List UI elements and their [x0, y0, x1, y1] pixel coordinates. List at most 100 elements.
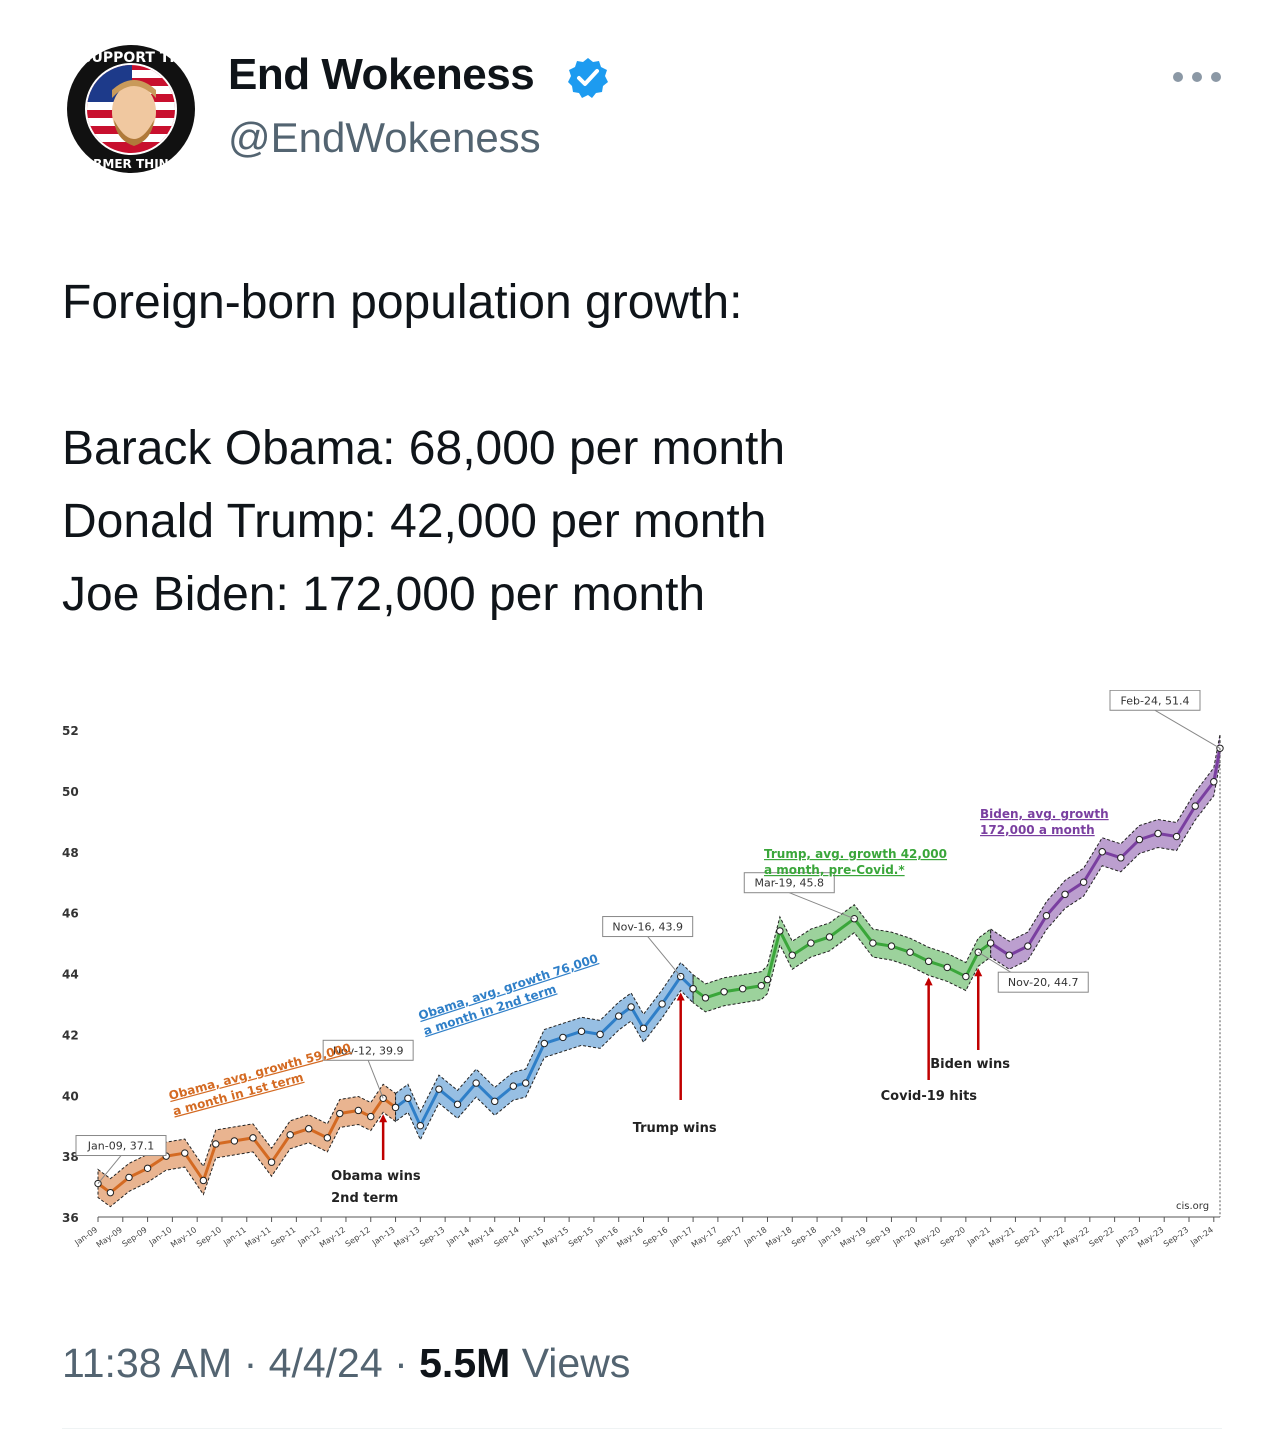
annotation-line: 172,000 a month [980, 823, 1095, 837]
data-point [416, 1121, 425, 1130]
views-count: 5.5M [419, 1340, 511, 1386]
data-point [472, 1079, 480, 1087]
data-point [354, 1106, 363, 1115]
data-point [763, 975, 772, 984]
event-label: Biden wins [930, 1057, 1010, 1072]
y-tick-label: 44 [62, 968, 79, 982]
annotation-line: Trump, avg. growth 42,000 [764, 847, 947, 861]
x-tick-label: May-10 [169, 1225, 198, 1249]
data-point [887, 942, 896, 950]
data-point [757, 981, 765, 990]
display-name[interactable]: End Wokeness [228, 50, 535, 100]
handle[interactable]: @EndWokeness [228, 114, 541, 162]
data-point [404, 1094, 412, 1102]
data-point [367, 1112, 375, 1121]
chart-source: cis.org [1176, 1201, 1209, 1212]
data-point [212, 1140, 220, 1148]
data-point [1210, 778, 1218, 786]
annotation-line: Biden, avg. growth [980, 807, 1109, 821]
data-point [720, 988, 728, 996]
data-point [1117, 854, 1125, 862]
data-point [559, 1033, 567, 1042]
chart-annotation: Biden, avg. growth 172,000 a month [980, 807, 1109, 837]
data-point [924, 957, 933, 966]
x-tick-label: May-22 [1062, 1225, 1091, 1249]
data-point [1154, 829, 1162, 838]
data-point [577, 1027, 586, 1036]
data-point [1172, 832, 1181, 841]
y-tick-label: 48 [62, 846, 79, 860]
callout-leader [789, 892, 855, 920]
more-dots-icon[interactable] [1170, 60, 1224, 94]
data-point [658, 1000, 666, 1008]
data-point [491, 1097, 499, 1106]
x-tick-label: Sep-16 [641, 1225, 669, 1249]
tweet-time[interactable]: 11:38 AM [62, 1340, 232, 1386]
data-point [323, 1134, 332, 1142]
data-point [596, 1030, 604, 1039]
event-label: Trump wins [633, 1121, 717, 1136]
y-tick-label: 36 [62, 1211, 79, 1225]
callout-leader [1154, 709, 1221, 749]
tweet-line: Foreign-born population growth: [62, 276, 743, 329]
annotation-line: a month, pre-Covid.* [764, 863, 905, 877]
callout-leader [367, 1060, 384, 1099]
data-point [1061, 890, 1069, 899]
data-point [125, 1173, 133, 1182]
tweet-meta: 11:38 AM · 4/4/24 · 5.5M Views [62, 1340, 630, 1387]
data-point [522, 1079, 530, 1087]
data-point [540, 1039, 549, 1048]
callout-label: Jan-09, 37.1 [87, 1140, 154, 1153]
data-point [1042, 911, 1051, 920]
x-tick-label: May-14 [467, 1225, 496, 1249]
avatar[interactable]: I SUPPORT THE FORMER THINGS [62, 40, 200, 178]
x-tick-label: Sep-17 [716, 1225, 744, 1249]
x-tick-label: May-09 [95, 1225, 124, 1249]
data-point [906, 948, 914, 956]
x-tick-label: Jan-24 [1188, 1225, 1215, 1248]
x-tick-label: May-18 [764, 1225, 793, 1249]
data-point [1079, 878, 1088, 886]
x-tick-label: Sep-10 [195, 1225, 223, 1249]
data-point [336, 1109, 344, 1118]
x-tick-label: Sep-21 [1013, 1225, 1041, 1249]
y-tick-label: 46 [62, 907, 79, 921]
data-point [807, 939, 815, 947]
callout-label: Nov-20, 44.7 [1008, 976, 1079, 989]
x-tick-label: Sep-09 [121, 1225, 149, 1249]
data-point [850, 915, 858, 923]
x-tick-label: Sep-15 [567, 1225, 595, 1249]
series-band [692, 904, 992, 1013]
callout-leader [647, 936, 682, 977]
x-tick-label: Sep-20 [939, 1225, 967, 1249]
event-label: 2nd term [331, 1191, 398, 1206]
verified-badge-icon [568, 58, 608, 98]
avatar-badge-bottom: FORMER THINGS [75, 157, 187, 171]
data-point [1005, 951, 1013, 959]
x-tick-label: Sep-19 [864, 1225, 892, 1249]
data-point [305, 1125, 313, 1133]
data-point [639, 1024, 648, 1032]
tweet-line: Donald Trump: 42,000 per month [62, 495, 767, 548]
tweet-date[interactable]: 4/4/24 [269, 1340, 383, 1386]
data-point [974, 948, 982, 956]
x-tick-label: May-12 [318, 1225, 347, 1249]
data-point [825, 933, 834, 941]
x-tick-label: Sep-22 [1088, 1225, 1116, 1249]
x-tick-label: May-19 [839, 1225, 868, 1249]
data-point [106, 1188, 115, 1197]
data-point [701, 994, 710, 1002]
x-tick-label: May-20 [913, 1225, 942, 1249]
callout-label: Feb-24, 51.4 [1121, 694, 1190, 707]
x-tick-label: Sep-14 [492, 1225, 520, 1249]
annotation-line: Obama, avg. growth 76,000 [417, 951, 600, 1022]
event-arrowhead [924, 977, 933, 986]
y-tick-label: 50 [62, 785, 79, 799]
chart-image[interactable]: 363840424446485052Jan-09May-09Sep-09Jan-… [60, 690, 1230, 1260]
data-point [869, 939, 877, 947]
x-tick-label: May-13 [392, 1225, 421, 1249]
data-point [615, 1012, 623, 1020]
x-tick-label: May-11 [243, 1225, 272, 1249]
x-tick-label: Sep-11 [269, 1225, 297, 1249]
data-point [230, 1137, 239, 1145]
